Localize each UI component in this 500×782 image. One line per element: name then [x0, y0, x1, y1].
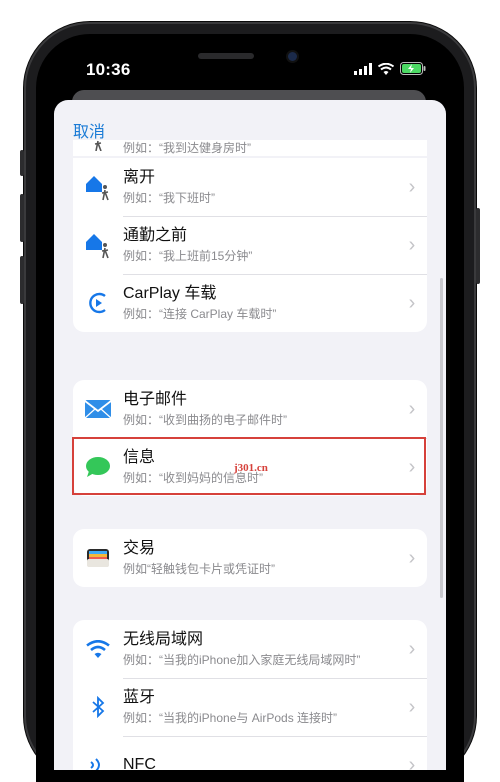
chevron-right-icon: › [408, 753, 416, 771]
row-subtitle: 例如：“我到达健身房时” [123, 141, 251, 155]
volume-up-button [20, 194, 24, 242]
bluetooth-icon [73, 696, 123, 718]
list-item-wifi[interactable]: 无线局域网 例如：“当我的iPhone加入家庭无线局域网时” › [73, 620, 427, 678]
row-subtitle: 例如：“当我的iPhone加入家庭无线局域网时” [123, 653, 361, 667]
volume-down-button [20, 256, 24, 304]
chevron-right-icon: › [408, 233, 416, 256]
row-subtitle: 例如：“我上班前15分钟” [123, 249, 253, 263]
list-item-leave[interactable]: 离开 例如：“我下班时” › [73, 158, 427, 216]
list-item-bluetooth[interactable]: 蓝牙 例如：“当我的iPhone与 AirPods 连接时” › [73, 678, 427, 736]
house-walking-icon [73, 172, 123, 202]
wallet-icon [73, 548, 123, 568]
row-title: 离开 [123, 169, 156, 186]
front-camera [288, 52, 297, 61]
walking-icon [73, 140, 123, 151]
connectivity-trigger-group: 无线局域网 例如：“当我的iPhone加入家庭无线局域网时” › 蓝牙 例如：“… [73, 620, 427, 770]
cellular-signal-icon [354, 62, 372, 75]
row-subtitle: 例如：“收到曲扬的电子邮件时” [123, 413, 287, 427]
row-title: 电子邮件 [123, 391, 188, 408]
list-item-before-commute[interactable]: 通勤之前 例如：“我上班前15分钟” › [73, 216, 427, 274]
wallet-trigger-group: 交易 例如“轻触钱包卡片或凭证时” › [73, 529, 427, 587]
row-subtitle: 例如“轻触钱包卡片或凭证时” [123, 562, 275, 576]
list-item-email[interactable]: 电子邮件 例如：“收到曲扬的电子邮件时” › [73, 380, 427, 438]
row-title: 蓝牙 [123, 689, 156, 706]
wifi-icon [73, 640, 123, 658]
list-item-carplay[interactable]: CarPlay 车载 例如：“连接 CarPlay 车载时” › [73, 274, 427, 332]
row-title: CarPlay 车载 [123, 285, 217, 302]
chevron-right-icon: › [408, 546, 416, 569]
cancel-button[interactable]: 取消 [73, 118, 105, 142]
wifi-status-icon [378, 62, 394, 75]
chevron-right-icon: › [408, 291, 416, 314]
row-subtitle: 例如：“连接 CarPlay 车载时” [123, 307, 277, 321]
chevron-right-icon: › [408, 175, 416, 198]
nfc-icon [73, 754, 123, 770]
scrollbar[interactable] [440, 278, 443, 598]
location-trigger-group: 离开 例如：“我下班时” › 通勤之前 例如：“我上班前15分钟” › CarP… [73, 158, 427, 332]
row-title: 无线局域网 [123, 631, 204, 648]
status-time: 10:36 [86, 60, 131, 79]
list-item-transaction[interactable]: 交易 例如“轻触钱包卡片或凭证时” › [73, 529, 427, 587]
watermark-text: j301.cn [234, 462, 268, 474]
chevron-right-icon: › [408, 637, 416, 660]
earpiece-speaker [198, 53, 254, 59]
row-subtitle: 例如：“当我的iPhone与 AirPods 连接时” [123, 711, 338, 725]
partial-row-arrive[interactable]: 例如：“我到达健身房时” [73, 140, 427, 158]
house-walking-icon [73, 230, 123, 260]
row-title: 通勤之前 [123, 227, 188, 244]
list-item-nfc[interactable]: NFC › [73, 736, 427, 770]
row-title: NFC [123, 756, 156, 770]
row-title: 交易 [123, 540, 156, 557]
mail-icon [73, 398, 123, 420]
mute-switch [20, 150, 24, 176]
battery-charging-icon [400, 62, 426, 75]
carplay-icon [73, 291, 123, 315]
side-button [476, 208, 480, 284]
chevron-right-icon: › [408, 695, 416, 718]
chevron-right-icon: › [408, 397, 416, 420]
status-icons [354, 62, 426, 75]
automation-sheet: 取消 例如：“我到达健身房时” 离开 例如：“我下班时” › 通勤之前 例如：“… [54, 100, 446, 770]
row-subtitle: 例如：“我下班时” [123, 191, 215, 205]
